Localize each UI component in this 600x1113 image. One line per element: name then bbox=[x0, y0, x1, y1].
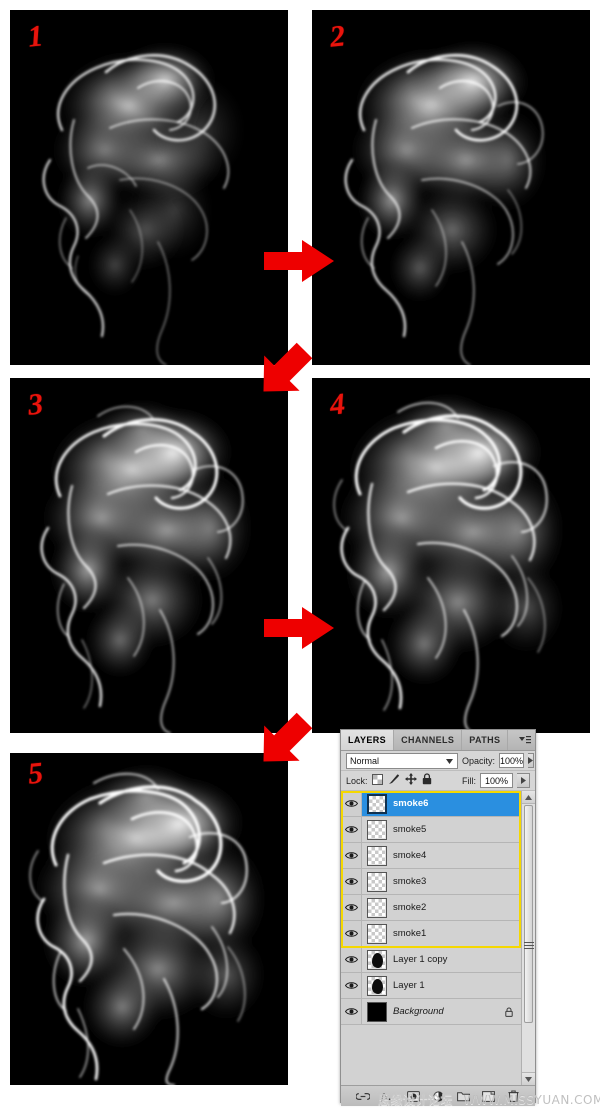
layer-name-smoke3: smoke3 bbox=[393, 876, 427, 887]
layer-thumbnail-background[interactable] bbox=[367, 1001, 387, 1022]
step-number-3: 3 bbox=[26, 387, 45, 422]
watermark-site-url: WWW.MISSYUAN.COM bbox=[463, 1093, 600, 1107]
lock-fill-row[interactable]: Lock: Fill: 100% bbox=[341, 771, 535, 791]
eye-icon-layer-1[interactable] bbox=[341, 973, 362, 998]
arrow-1-to-2 bbox=[262, 238, 336, 284]
layer-name-layer-1: Layer 1 bbox=[393, 980, 425, 991]
layer-thumbnail-layer-1-copy[interactable] bbox=[367, 949, 387, 970]
smoke-artwork-4 bbox=[312, 378, 590, 733]
layer-name-layer-1-copy: Layer 1 copy bbox=[393, 954, 448, 965]
eye-icon-smoke1[interactable] bbox=[341, 921, 362, 946]
lock-image-icon[interactable] bbox=[388, 773, 400, 788]
layer-name-background: Background bbox=[393, 1006, 444, 1017]
link-layers-icon[interactable] bbox=[356, 1089, 370, 1103]
watermark-site-name: 思缘设计论坛 bbox=[378, 1093, 454, 1107]
layer-name-smoke2: smoke2 bbox=[393, 902, 427, 913]
thumbnail-blob-shape bbox=[372, 952, 383, 968]
scrollbar-thumb[interactable] bbox=[524, 805, 533, 1023]
layer-row-smoke1[interactable]: smoke1 bbox=[341, 921, 521, 947]
layer-thumbnail-smoke2[interactable] bbox=[367, 897, 387, 918]
layer-thumbnail-smoke3[interactable] bbox=[367, 871, 387, 892]
tab-paths-label: PATHS bbox=[469, 735, 501, 745]
smoke-artwork-2 bbox=[312, 10, 590, 365]
layer-list-container[interactable]: smoke6 smoke5 smoke4 smoke3 smoke2 smoke… bbox=[341, 791, 535, 1085]
eye-icon-background[interactable] bbox=[341, 999, 362, 1024]
step-number-2: 2 bbox=[328, 19, 347, 54]
chevron-down-icon bbox=[446, 756, 453, 766]
blend-mode-value: Normal bbox=[350, 755, 380, 766]
smoke-artwork-5 bbox=[10, 753, 288, 1085]
step-image-5: 5 bbox=[10, 753, 288, 1085]
tab-channels-label: CHANNELS bbox=[401, 735, 455, 745]
layer-list[interactable]: smoke6 smoke5 smoke4 smoke3 smoke2 smoke… bbox=[341, 791, 521, 1085]
fill-label: Fill: bbox=[462, 775, 476, 786]
layer-thumbnail-smoke1[interactable] bbox=[367, 923, 387, 944]
opacity-input[interactable]: 100% bbox=[499, 753, 525, 768]
layer-thumbnail-smoke5[interactable] bbox=[367, 819, 387, 840]
layer-row-smoke3[interactable]: smoke3 bbox=[341, 869, 521, 895]
layer-name-smoke4: smoke4 bbox=[393, 850, 427, 861]
step-image-2: 2 bbox=[312, 10, 590, 365]
scroll-up-icon[interactable] bbox=[522, 791, 535, 804]
watermark: 思缘设计论坛 WWW.MISSYUAN.COM bbox=[378, 1091, 600, 1108]
lock-label: Lock: bbox=[346, 775, 368, 786]
eye-icon-smoke2[interactable] bbox=[341, 895, 362, 920]
layer-name-smoke5: smoke5 bbox=[393, 824, 427, 835]
layer-thumbnail-smoke4[interactable] bbox=[367, 845, 387, 866]
arrow-3-to-4 bbox=[262, 605, 336, 651]
fill-stepper[interactable] bbox=[517, 773, 530, 788]
eye-icon-smoke4[interactable] bbox=[341, 843, 362, 868]
layer-row-smoke2[interactable]: smoke2 bbox=[341, 895, 521, 921]
lock-all-icon[interactable] bbox=[422, 773, 432, 788]
layer-row-background[interactable]: Background bbox=[341, 999, 521, 1025]
step-image-4: 4 bbox=[312, 378, 590, 733]
lock-transparency-icon[interactable] bbox=[371, 773, 383, 788]
eye-icon-smoke3[interactable] bbox=[341, 869, 362, 894]
tab-channels[interactable]: CHANNELS bbox=[394, 730, 463, 750]
layer-name-smoke6: smoke6 bbox=[393, 798, 429, 809]
layer-row-smoke6[interactable]: smoke6 bbox=[341, 791, 521, 817]
layer-row-layer-1[interactable]: Layer 1 bbox=[341, 973, 521, 999]
layer-row-smoke4[interactable]: smoke4 bbox=[341, 843, 521, 869]
thumbnail-blob-shape bbox=[372, 978, 383, 994]
step-image-1: 1 bbox=[10, 10, 288, 365]
tab-layers-label: LAYERS bbox=[348, 735, 387, 745]
opacity-label: Opacity: bbox=[462, 755, 496, 766]
layer-list-scrollbar[interactable] bbox=[521, 791, 535, 1085]
blend-mode-select[interactable]: Normal bbox=[346, 752, 458, 769]
layer-name-smoke1: smoke1 bbox=[393, 928, 427, 939]
panel-tab-bar[interactable]: LAYERS CHANNELS PATHS bbox=[341, 730, 535, 751]
step-number-5: 5 bbox=[26, 756, 45, 791]
blend-opacity-row[interactable]: Normal Opacity: 100% bbox=[341, 751, 535, 771]
opacity-stepper[interactable] bbox=[528, 753, 535, 768]
opacity-value: 100% bbox=[500, 755, 524, 766]
scroll-grip-icon bbox=[524, 939, 534, 951]
lock-position-icon[interactable] bbox=[404, 773, 417, 788]
step-number-4: 4 bbox=[328, 387, 347, 422]
step-image-3: 3 bbox=[10, 378, 288, 733]
fill-value: 100% bbox=[484, 775, 509, 786]
eye-icon-layer-1-copy[interactable] bbox=[341, 947, 362, 972]
smoke-artwork-1 bbox=[10, 10, 288, 365]
eye-icon-smoke6[interactable] bbox=[341, 791, 362, 816]
layers-panel[interactable]: LAYERS CHANNELS PATHS Normal Opacity: 10… bbox=[340, 729, 536, 1106]
layer-thumbnail-smoke6[interactable] bbox=[367, 793, 387, 814]
arrow-2-to-3 bbox=[253, 340, 315, 402]
background-lock-icon bbox=[505, 1007, 513, 1017]
eye-icon-smoke5[interactable] bbox=[341, 817, 362, 842]
tab-paths[interactable]: PATHS bbox=[462, 730, 509, 750]
smoke-artwork-3 bbox=[10, 378, 288, 733]
step-number-1: 1 bbox=[26, 19, 45, 54]
tab-layers[interactable]: LAYERS bbox=[341, 730, 395, 750]
fill-input[interactable]: 100% bbox=[480, 773, 513, 788]
layer-row-smoke5[interactable]: smoke5 bbox=[341, 817, 521, 843]
scroll-down-icon[interactable] bbox=[522, 1072, 535, 1085]
layer-thumbnail-layer-1[interactable] bbox=[367, 975, 387, 996]
arrow-4-to-5 bbox=[253, 710, 315, 772]
lock-icon-group[interactable] bbox=[371, 773, 432, 788]
layer-row-layer-1-copy[interactable]: Layer 1 copy bbox=[341, 947, 521, 973]
panel-menu-icon[interactable] bbox=[515, 730, 535, 750]
